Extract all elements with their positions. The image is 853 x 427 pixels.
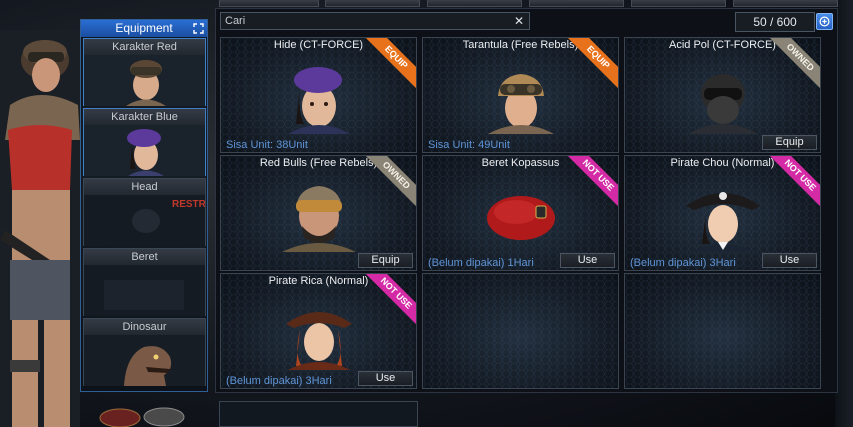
item-info: Sisa Unit: 49Unit: [428, 139, 510, 151]
item-info: Sisa Unit: 38Unit: [226, 139, 308, 151]
equipment-slot-karakter-red[interactable]: Karakter Red: [83, 38, 206, 106]
item-card[interactable]: Pirate Chou (Normal) NOT USE (Belum dipaka…: [624, 155, 821, 271]
equipment-slot-beret[interactable]: Beret: [83, 248, 206, 316]
backdrop-wall-text: RESTR: [172, 199, 205, 210]
search-input[interactable]: [225, 14, 505, 28]
use-button[interactable]: Use: [762, 253, 817, 268]
top-tab[interactable]: [325, 0, 420, 7]
inventory-count: 50 / 600: [735, 12, 815, 32]
slot-image: [84, 55, 205, 106]
item-info: (Belum dipakai) 1Hari: [428, 257, 534, 269]
top-tab[interactable]: [427, 0, 522, 7]
top-tab[interactable]: [631, 0, 726, 7]
item-card-empty[interactable]: [624, 273, 821, 389]
equip-button[interactable]: Equip: [762, 135, 817, 150]
equipment-slot-karakter-blue[interactable]: Karakter Blue: [83, 108, 206, 176]
equipment-slot-head[interactable]: Head RESTR: [83, 178, 206, 246]
item-card[interactable]: Hide (CT-FORCE) EQUIP Sisa Unit: 38Unit: [220, 37, 417, 153]
item-card[interactable]: Tarantula (Free Rebels) EQUIP Sisa Unit: 4…: [422, 37, 619, 153]
equipment-slot-dinosaur[interactable]: Dinosaur: [83, 318, 206, 386]
item-card[interactable]: Red Bulls (Free Rebels) OWNED Equip: [220, 155, 417, 271]
equipment-title: Equipment: [115, 21, 173, 35]
pirate-woman-portrait: [685, 192, 760, 252]
hex-pattern-background: [625, 274, 820, 388]
item-card[interactable]: Pirate Rica (Normal) NOT USE (Belum dipaka…: [220, 273, 417, 389]
item-card-empty[interactable]: [422, 273, 619, 389]
item-info: (Belum dipakai) 3Hari: [630, 257, 736, 269]
dinosaur-head-icon: [84, 335, 205, 386]
close-icon[interactable]: ✕: [512, 14, 526, 28]
goggles-woman-portrait: [84, 55, 205, 106]
red-beret-portrait: [486, 196, 555, 240]
empty-slot-art: RESTR: [84, 195, 205, 246]
backdrop-character: [0, 30, 80, 427]
game-inventory-screen: Equipment Karakter Red Karakter Blue Hea…: [0, 0, 853, 427]
item-card[interactable]: Acid Pol (CT-FORCE) OWNED Equip: [624, 37, 821, 153]
masked-soldier-portrait: [687, 74, 758, 134]
slot-image: RESTR: [84, 195, 205, 246]
use-button[interactable]: Use: [358, 371, 413, 386]
slot-image: [84, 265, 205, 316]
slot-label: Karakter Red: [84, 39, 205, 55]
purple-beret-woman-portrait: [287, 67, 350, 134]
equipment-header: Equipment: [81, 20, 207, 37]
slot-image: [84, 335, 205, 386]
top-tab[interactable]: [529, 0, 624, 7]
item-info: (Belum dipakai) 3Hari: [226, 375, 332, 387]
slot-label: Dinosaur: [84, 319, 205, 335]
equip-button[interactable]: Equip: [358, 253, 413, 268]
goggles-woman-portrait: [487, 74, 554, 134]
game-logo-badges: [99, 407, 185, 427]
top-tab-strip: [215, 0, 853, 8]
empty-slot-art: [84, 265, 205, 316]
expand-icon[interactable]: [193, 23, 204, 34]
plus-circle-icon[interactable]: [816, 13, 833, 30]
top-tab[interactable]: [219, 0, 319, 7]
item-card-partial[interactable]: [219, 401, 418, 427]
equipment-panel: Equipment Karakter Red Karakter Blue Hea…: [80, 19, 208, 392]
purple-beret-woman-portrait: [84, 125, 205, 176]
bearded-soldier-goggles-portrait: [281, 186, 356, 252]
slot-label: Beret: [84, 249, 205, 265]
use-button[interactable]: Use: [560, 253, 615, 268]
slot-image: [84, 125, 205, 176]
search-box: ✕: [220, 12, 530, 30]
top-tab[interactable]: [733, 0, 838, 7]
slot-label: Head: [84, 179, 205, 195]
hex-pattern-background: [423, 274, 618, 388]
item-card[interactable]: Beret Kopassus NOT USE (Belum dipakai) 1Ha…: [422, 155, 619, 271]
slot-label: Karakter Blue: [84, 109, 205, 125]
pirate-redhead-portrait: [285, 312, 352, 370]
